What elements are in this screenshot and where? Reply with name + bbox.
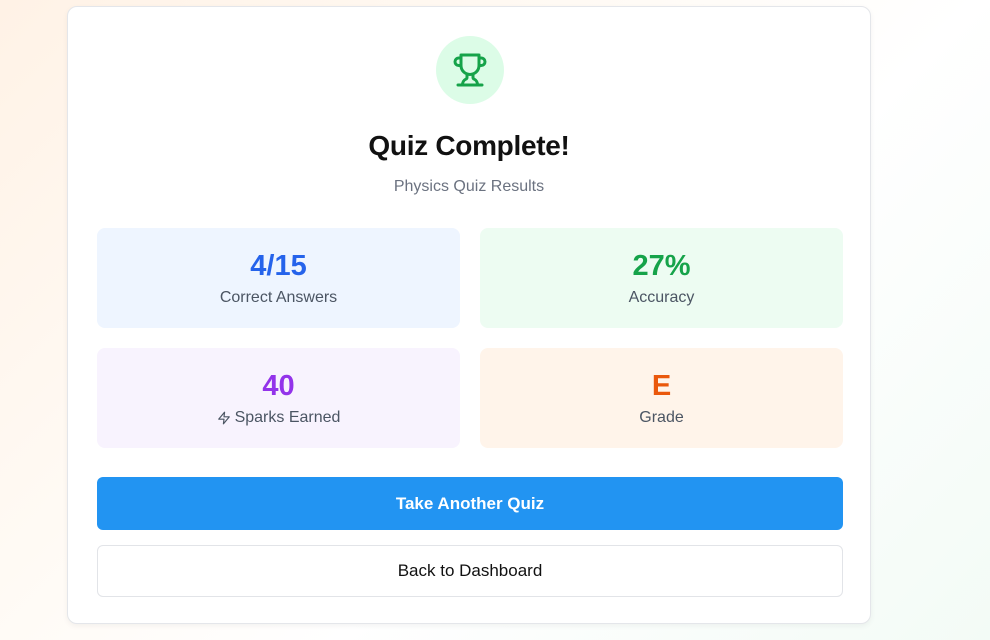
sparks-earned-label: Sparks Earned xyxy=(97,408,460,428)
accuracy-stat: 27% Accuracy xyxy=(480,228,843,328)
grade-label-text: Grade xyxy=(639,409,684,426)
trophy-badge xyxy=(436,36,504,104)
grade-label: Grade xyxy=(480,408,843,428)
quiz-results-card: Quiz Complete! Physics Quiz Results 4/15… xyxy=(67,6,871,624)
trophy-icon xyxy=(453,53,487,87)
correct-answers-label: Correct Answers xyxy=(97,288,460,308)
correct-answers-stat: 4/15 Correct Answers xyxy=(97,228,460,328)
accuracy-label-text: Accuracy xyxy=(628,289,695,306)
sparks-earned-label-text: Sparks Earned xyxy=(234,409,341,426)
accuracy-label: Accuracy xyxy=(480,288,843,308)
page-title: Quiz Complete! xyxy=(368,130,570,161)
sparks-earned-value: 40 xyxy=(262,370,295,402)
page-subtitle: Physics Quiz Results xyxy=(393,178,545,195)
sparks-earned-stat: 40 Sparks Earned xyxy=(97,348,460,448)
lightning-bolt-icon xyxy=(217,411,230,425)
grade-value: E xyxy=(651,370,672,402)
grade-stat: E Grade xyxy=(480,348,843,448)
correct-answers-value: 4/15 xyxy=(250,250,307,282)
correct-answers-label-text: Correct Answers xyxy=(219,289,338,306)
take-another-quiz-button[interactable]: Take Another Quiz xyxy=(97,477,843,530)
back-to-dashboard-button[interactable]: Back to Dashboard xyxy=(97,545,843,597)
accuracy-value: 27% xyxy=(632,250,691,282)
